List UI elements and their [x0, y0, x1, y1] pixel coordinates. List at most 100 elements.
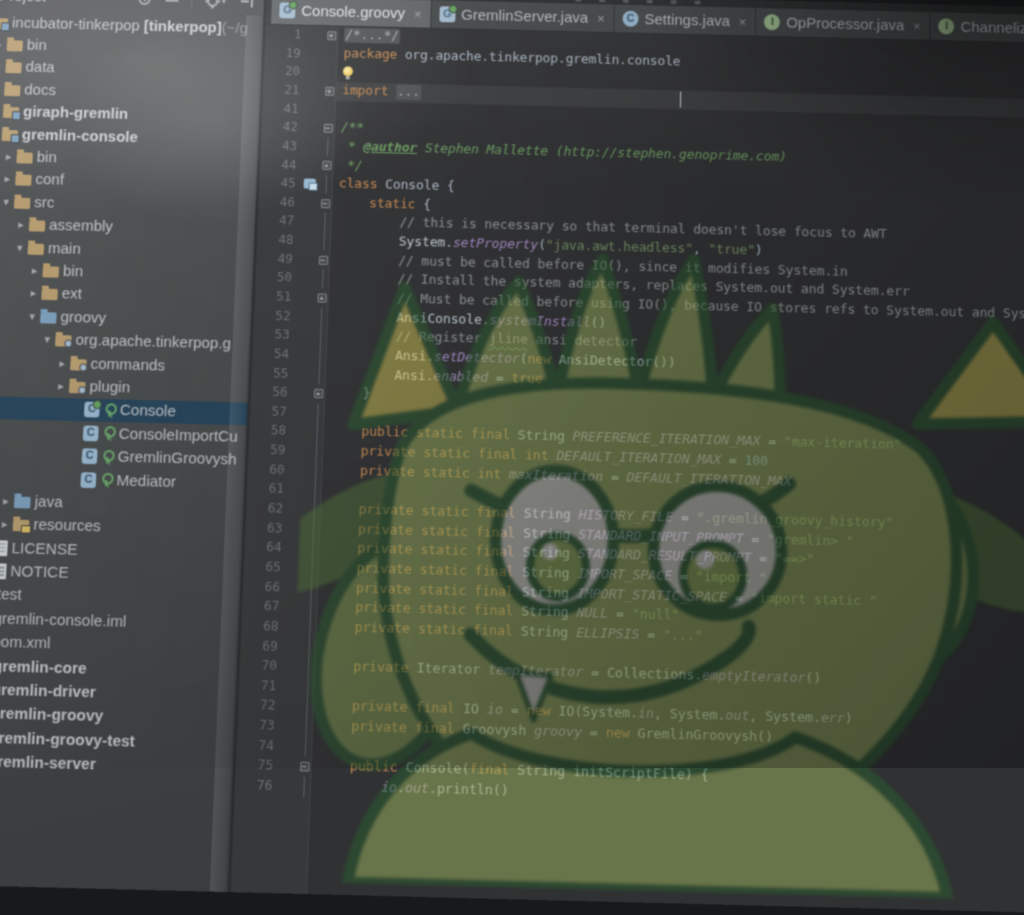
close-icon[interactable]: ×: [739, 15, 747, 28]
line-number[interactable]: 47: [258, 211, 300, 231]
project-panel: Project ▾ ▾ ▾incubator-tinkerpop [tinker…: [0, 0, 264, 892]
intention-bulb-icon[interactable]: [343, 67, 353, 77]
line-number[interactable]: 21: [263, 80, 305, 100]
tree-item-label: gremlin-groovy: [0, 705, 104, 726]
line-number[interactable]: 1: [265, 25, 307, 44]
code-token: */: [339, 158, 363, 174]
line-number[interactable]: 42: [261, 117, 303, 137]
close-icon[interactable]: ×: [597, 12, 605, 25]
editor-tab-console-groovy[interactable]: GConsole.groovy×: [271, 0, 432, 28]
fold-marker-minus[interactable]: −: [323, 124, 332, 133]
line-number[interactable]: 19: [264, 43, 306, 62]
line-number[interactable]: 49: [256, 249, 298, 269]
tree-item-label: ConsoleImportCu: [118, 425, 238, 446]
line-number[interactable]: 64: [244, 537, 287, 558]
tree-item-label: ext: [61, 285, 82, 303]
tree-item-label: data: [25, 59, 55, 77]
chevron-down-icon[interactable]: ▾: [55, 0, 61, 2]
groovy-file-icon: G: [279, 2, 296, 18]
line-number[interactable]: 55: [251, 363, 293, 383]
gear-icon[interactable]: [207, 0, 218, 6]
chevron-expanded-icon[interactable]: ▾: [0, 195, 15, 209]
chevron-collapsed-icon[interactable]: ▸: [54, 356, 71, 370]
collapse-all-icon[interactable]: [166, 0, 180, 6]
line-number[interactable]: 43: [261, 136, 303, 156]
tab-label: Settings.java: [644, 11, 730, 30]
line-number[interactable]: 66: [243, 576, 286, 597]
line-number[interactable]: 57: [250, 401, 292, 421]
line-number[interactable]: 76: [235, 775, 278, 796]
fold-column: −: [321, 119, 336, 138]
source-folder-icon: [40, 312, 57, 324]
chevron-collapsed-icon[interactable]: ▸: [0, 150, 17, 163]
fold-marker-plus[interactable]: +: [325, 86, 334, 95]
target-icon[interactable]: [139, 0, 151, 5]
line-number[interactable]: 52: [254, 306, 296, 326]
tree-item-label: commands: [90, 355, 165, 374]
tree-item-label: gremlin-groovy-test: [0, 729, 135, 751]
chevron-expanded-icon[interactable]: ▾: [11, 241, 28, 255]
line-number[interactable]: 71: [239, 675, 282, 696]
line-number[interactable]: 73: [237, 715, 280, 736]
tree-item-label: plugin: [89, 378, 131, 397]
module-folder-icon: [0, 18, 8, 29]
tab-label: Channelizer.java: [961, 18, 1024, 37]
line-number[interactable]: 68: [241, 616, 284, 637]
editor-tab-opprocessor-java[interactable]: IOpProcessor.java×: [756, 8, 930, 40]
line-number[interactable]: 63: [245, 518, 288, 539]
chevron-collapsed-icon[interactable]: ▸: [0, 172, 16, 185]
line-number[interactable]: 51: [255, 287, 297, 307]
chevron-collapsed-icon[interactable]: ▸: [0, 494, 15, 508]
tree-item-label-bold: [tinkerpop]: [143, 18, 222, 37]
line-number[interactable]: 53: [253, 325, 295, 345]
editor-tab-gremlinserver-java[interactable]: GGremlinServer.java×: [431, 0, 615, 32]
line-number[interactable]: 44: [260, 155, 302, 175]
line-number[interactable]: 70: [239, 655, 282, 676]
editor-tab-channelizer-java[interactable]: IChannelizer.java×: [931, 12, 1024, 44]
editor-tab-settings-java[interactable]: CSettings.java×: [614, 5, 756, 36]
folder-icon: [41, 289, 58, 301]
hide-panel-icon[interactable]: [241, 0, 254, 8]
line-number[interactable]: 61: [247, 479, 290, 499]
tree-item-label: gremlin-core: [0, 657, 87, 677]
line-number[interactable]: 62: [246, 498, 289, 518]
chevron-expanded-icon[interactable]: ▾: [39, 333, 56, 347]
class-icon: C: [83, 425, 99, 441]
line-number[interactable]: 41: [262, 99, 304, 119]
code-token: package: [343, 46, 397, 62]
line-number[interactable]: 74: [236, 735, 279, 756]
close-icon[interactable]: ×: [414, 7, 422, 20]
chevron-collapsed-icon[interactable]: ▸: [26, 264, 43, 278]
tree-item-label: pom.xml: [0, 633, 51, 653]
line-number[interactable]: 45: [259, 173, 301, 193]
folder-icon: [5, 63, 22, 74]
line-number[interactable]: 60: [247, 459, 290, 479]
line-number[interactable]: 72: [238, 695, 281, 716]
chevron-collapsed-icon[interactable]: ▸: [13, 218, 30, 232]
fold-marker-plus[interactable]: +: [327, 31, 336, 40]
line-number[interactable]: 56: [251, 382, 293, 402]
chevron-expanded-icon[interactable]: ▾: [24, 309, 41, 323]
fold-end-marker[interactable]: [322, 161, 331, 170]
chevron-collapsed-icon[interactable]: ▸: [25, 287, 42, 301]
line-number[interactable]: 58: [249, 421, 292, 441]
code-token: import: [342, 83, 389, 99]
line-number[interactable]: 20: [264, 62, 306, 81]
close-icon[interactable]: ×: [913, 19, 921, 32]
line-number[interactable]: 46: [258, 192, 300, 212]
line-number[interactable]: 48: [257, 230, 299, 250]
source-folder-icon: [14, 496, 31, 508]
line-number[interactable]: 54: [252, 344, 294, 364]
chevron-collapsed-icon[interactable]: ▸: [0, 517, 13, 531]
fold-guide-line: [326, 138, 328, 157]
tree-item-label: docs: [24, 81, 57, 99]
line-number[interactable]: 59: [248, 440, 291, 460]
line-number[interactable]: 65: [243, 557, 286, 578]
tree-item-label: Console: [119, 402, 176, 421]
line-number[interactable]: 50: [255, 268, 297, 288]
line-number[interactable]: 67: [242, 596, 285, 617]
tree-item-label: gremlin-console.iml: [0, 610, 127, 631]
chevron-collapsed-icon[interactable]: ▸: [53, 379, 70, 393]
line-number[interactable]: 69: [240, 636, 283, 657]
line-number[interactable]: 75: [235, 755, 278, 776]
